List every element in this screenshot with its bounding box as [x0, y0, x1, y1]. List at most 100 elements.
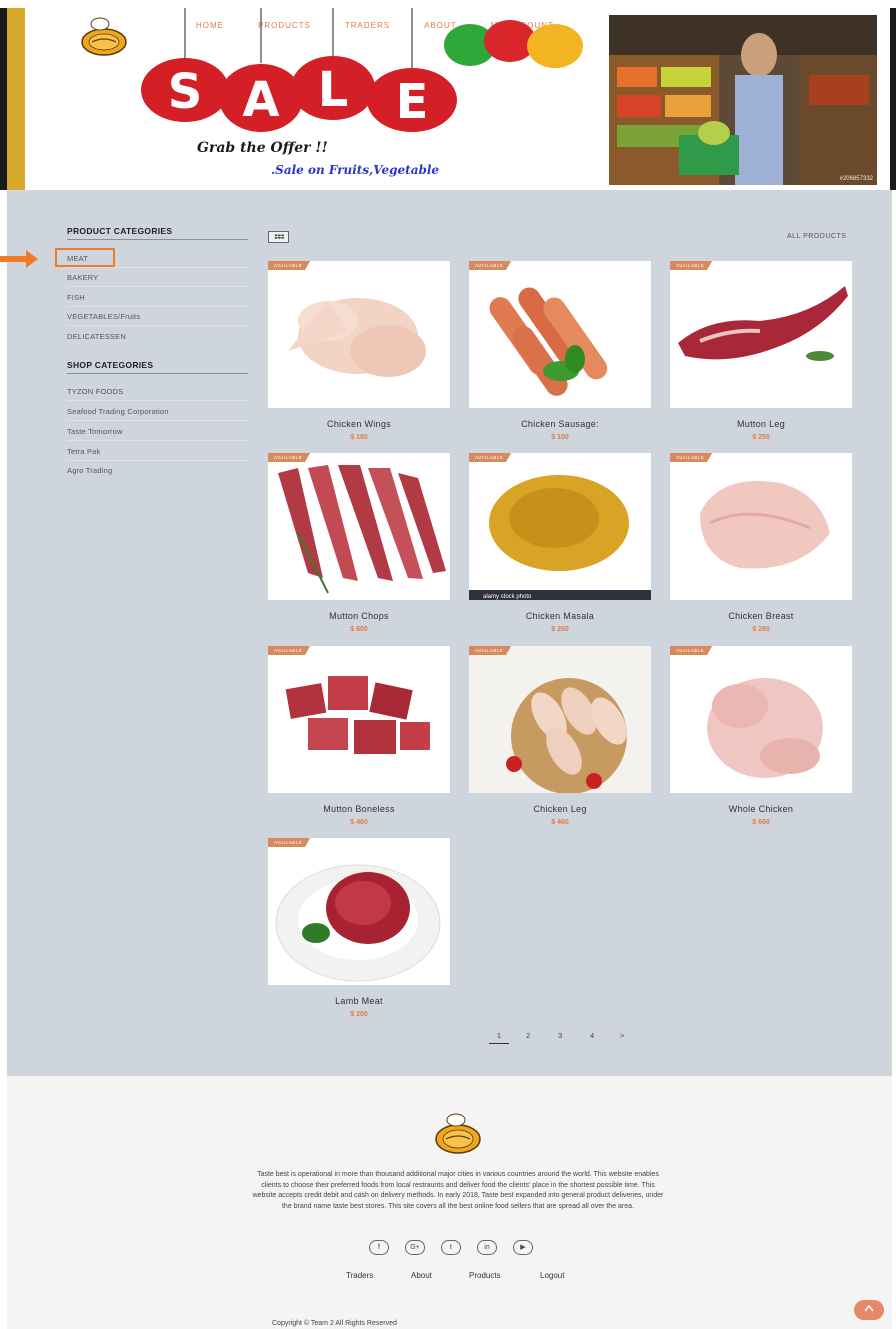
facebook-icon[interactable]: f	[369, 1240, 389, 1255]
product-image[interactable]	[469, 261, 651, 408]
all-products-label[interactable]: ALL PRODUCTS	[787, 233, 846, 240]
product-price: $ 660	[752, 819, 770, 826]
sale-subtitle: .Sale on Fruits,Vegetable	[271, 163, 440, 177]
product-image[interactable]	[268, 646, 450, 793]
available-badge: AVAILABLE	[670, 646, 713, 655]
available-badge: AVAILABLE	[670, 453, 713, 462]
banner-strings	[184, 8, 413, 68]
footer-logo[interactable]	[434, 1112, 482, 1154]
product-name[interactable]: Chicken Wings	[268, 419, 450, 429]
footer-link-logout[interactable]: Logout	[540, 1271, 564, 1280]
category-divider	[67, 286, 248, 287]
category-bakery[interactable]: BAKERY	[67, 273, 99, 282]
left-gold-bar	[7, 8, 25, 190]
social-links: f G+ t in ▶	[369, 1240, 533, 1255]
category-fish[interactable]: FISH	[67, 293, 85, 302]
google-plus-icon[interactable]: G+	[405, 1240, 425, 1255]
product-name[interactable]: Chicken Breast	[670, 611, 852, 621]
product-price: $ 600	[350, 626, 368, 633]
sale-letter-a: A	[242, 72, 279, 128]
product-image[interactable]	[268, 838, 450, 985]
product-price: $ 180	[350, 434, 368, 441]
footer-link-products[interactable]: Products	[469, 1271, 501, 1280]
shop-categories-heading: SHOP CATEGORIES	[67, 360, 154, 370]
site-header: HOME PRODUCTS TRADERS ABOUT MY ACCOUNT S…	[0, 0, 896, 190]
available-badge: AVAILABLE	[268, 453, 311, 462]
grocery-shopper-photo: #206857332	[609, 15, 877, 185]
shop-seafood-trading[interactable]: Seafood Trading Corporation	[67, 407, 169, 416]
shop-agro-trading[interactable]: Agro Trading	[67, 466, 112, 475]
scroll-to-top-button[interactable]	[854, 1300, 884, 1320]
page-4[interactable]: 4	[590, 1031, 594, 1040]
product-price: $ 100	[551, 434, 569, 441]
shop-divider	[67, 420, 248, 421]
meat-highlight-box	[55, 248, 115, 267]
shop-divider	[67, 440, 248, 441]
product-price: $ 260	[752, 626, 770, 633]
page-3[interactable]: 3	[558, 1031, 562, 1040]
sale-letter-e: E	[396, 74, 429, 130]
footer-link-about[interactable]: About	[411, 1271, 432, 1280]
stock-photo-label: alamy stock photo	[483, 594, 532, 600]
product-image[interactable]	[469, 646, 651, 793]
chevron-up-icon	[864, 1304, 874, 1312]
shop-taste-tomorrow[interactable]: Taste Tomorrow	[67, 427, 123, 436]
sale-letter-l: L	[318, 62, 349, 118]
available-badge: AVAILABLE	[670, 261, 713, 270]
linkedin-icon[interactable]: in	[477, 1240, 497, 1255]
footer-link-traders[interactable]: Traders	[346, 1271, 373, 1280]
available-badge: AVAILABLE	[268, 261, 311, 270]
product-categories-rule	[67, 239, 248, 240]
copyright-text: Copyright © Team 2 All Rights Reserved	[272, 1320, 397, 1327]
shop-tetra-pak[interactable]: Tetra Pak	[67, 447, 100, 456]
shop-categories-rule	[67, 373, 248, 374]
product-name[interactable]: Chicken Masala	[469, 611, 651, 621]
product-name[interactable]: Whole Chicken	[670, 804, 852, 814]
page-1[interactable]: 1	[489, 1031, 509, 1044]
photo-stock-id: #206857332	[839, 176, 873, 182]
twitter-icon[interactable]: t	[441, 1240, 461, 1255]
footer-about-text: Taste best is operational in more than t…	[252, 1171, 664, 1210]
product-price: $ 250	[752, 434, 770, 441]
arrow-right-icon	[0, 250, 38, 268]
shop-divider	[67, 400, 248, 401]
product-image[interactable]	[670, 453, 852, 600]
product-categories-heading: PRODUCT CATEGORIES	[67, 226, 173, 236]
sale-ornaments: S A L E	[141, 56, 457, 132]
category-divider	[67, 325, 248, 326]
grid-view-icon[interactable]	[268, 231, 289, 243]
product-price: $ 200	[350, 1011, 368, 1018]
category-delicatessen[interactable]: DELICATESSEN	[67, 332, 126, 341]
left-edge-decoration	[0, 8, 7, 190]
right-edge-decoration	[890, 8, 896, 190]
category-divider	[67, 306, 248, 307]
shop-divider	[67, 460, 248, 461]
product-image[interactable]	[268, 453, 450, 600]
product-price: $ 260	[551, 626, 569, 633]
product-name[interactable]: Lamb Meat	[268, 996, 450, 1006]
youtube-icon[interactable]: ▶	[513, 1240, 533, 1255]
available-badge: AVAILABLE	[268, 838, 311, 847]
grab-offer-text: Grab the Offer !!	[197, 140, 328, 156]
product-name[interactable]: Mutton Boneless	[268, 804, 450, 814]
category-divider	[67, 267, 248, 268]
product-image[interactable]: alamy stock photo	[469, 453, 651, 600]
available-badge: AVAILABLE	[469, 453, 512, 462]
product-name[interactable]: Chicken Leg	[469, 804, 651, 814]
product-name[interactable]: Chicken Sausage:	[469, 419, 651, 429]
sale-letter-s: S	[168, 64, 203, 120]
product-name[interactable]: Mutton Chops	[268, 611, 450, 621]
available-badge: AVAILABLE	[469, 646, 512, 655]
category-vegetables-fruits[interactable]: VEGETABLES/Fruits	[67, 312, 140, 321]
shop-tyzon-foods[interactable]: TYZON FOODS	[67, 387, 123, 396]
balloons	[444, 20, 583, 68]
page-2[interactable]: 2	[526, 1031, 530, 1040]
product-image[interactable]	[670, 261, 852, 408]
product-name[interactable]: Mutton Leg	[670, 419, 852, 429]
available-badge: AVAILABLE	[268, 646, 311, 655]
product-image[interactable]	[670, 646, 852, 793]
next-page[interactable]: >	[620, 1031, 624, 1040]
product-price: $ 460	[350, 819, 368, 826]
product-price: $ 460	[551, 819, 569, 826]
product-image[interactable]	[268, 261, 450, 408]
